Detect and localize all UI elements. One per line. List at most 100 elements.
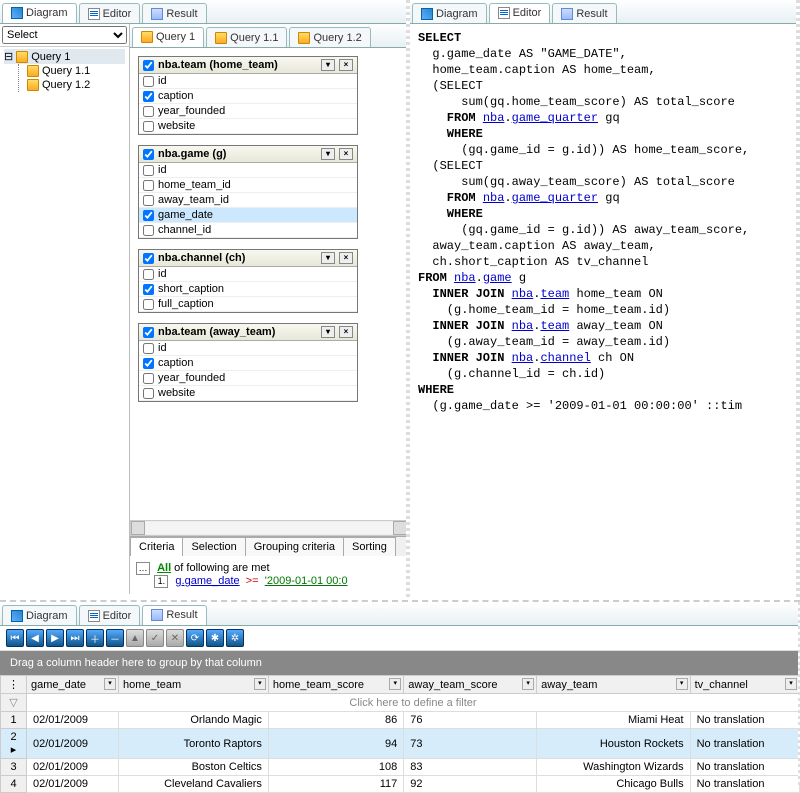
toolbar-btn-3[interactable]: ⏭ — [66, 629, 84, 647]
column-row[interactable]: caption — [139, 89, 357, 104]
col-away_team[interactable]: away_team▾ — [537, 676, 690, 694]
column-checkbox[interactable] — [143, 106, 154, 117]
criteria-op[interactable]: >= — [246, 575, 259, 587]
column-row[interactable]: channel_id — [139, 223, 357, 238]
grid-row[interactable]: 302/01/2009Boston Celtics10883Washington… — [1, 759, 800, 776]
table-close[interactable]: × — [339, 252, 353, 264]
toolbar-btn-0[interactable]: ⏮ — [6, 629, 24, 647]
column-row[interactable]: home_team_id — [139, 178, 357, 193]
tab-editor[interactable]: Editor — [79, 3, 141, 23]
tab-editor-b[interactable]: Editor — [79, 605, 141, 625]
toolbar-btn-10[interactable]: ✱ — [206, 629, 224, 647]
column-checkbox[interactable] — [143, 165, 154, 176]
qtab-2[interactable]: Query 1.1 — [206, 27, 287, 47]
criteria-root-toggle[interactable]: … — [136, 562, 150, 575]
tab-result[interactable]: Result — [142, 3, 206, 23]
column-row[interactable]: away_team_id — [139, 193, 357, 208]
column-row[interactable]: caption — [139, 356, 357, 371]
toolbar-btn-11[interactable]: ✲ — [226, 629, 244, 647]
criteria-field[interactable]: g.game_date — [175, 575, 239, 587]
qtab-1[interactable]: Query 1 — [132, 27, 204, 47]
criteria-all[interactable]: All — [157, 562, 171, 574]
col-filter-icon[interactable]: ▾ — [389, 678, 401, 690]
table-2[interactable]: nba.channel (ch)▾×idshort_captionfull_ca… — [138, 249, 358, 313]
col-away_team_score[interactable]: away_team_score▾ — [404, 676, 537, 694]
criteria-tab-selection[interactable]: Selection — [182, 537, 245, 556]
filter-icon[interactable]: ▽ — [1, 694, 27, 712]
tab-diagram-r[interactable]: Diagram — [412, 3, 487, 23]
table-select-all[interactable] — [143, 60, 154, 71]
tab-diagram[interactable]: Diagram — [2, 3, 77, 23]
table-close[interactable]: × — [339, 59, 353, 71]
table-0[interactable]: nba.team (home_team)▾×idcaptionyear_foun… — [138, 56, 358, 135]
col-filter-icon[interactable]: ▾ — [104, 678, 116, 690]
column-row[interactable]: id — [139, 267, 357, 282]
column-checkbox[interactable] — [143, 343, 154, 354]
column-row[interactable]: website — [139, 386, 357, 401]
col-tv_channel[interactable]: tv_channel▾ — [690, 676, 799, 694]
column-checkbox[interactable] — [143, 284, 154, 295]
qtab-3[interactable]: Query 1.2 — [289, 27, 370, 47]
toolbar-btn-5[interactable]: － — [106, 629, 124, 647]
column-row[interactable]: year_founded — [139, 104, 357, 119]
column-checkbox[interactable] — [143, 91, 154, 102]
column-row[interactable]: id — [139, 341, 357, 356]
tree-root[interactable]: ⊟Query 1 — [4, 49, 125, 64]
column-checkbox[interactable] — [143, 76, 154, 87]
diagram-hscroll[interactable] — [130, 520, 408, 536]
column-row[interactable]: id — [139, 163, 357, 178]
result-grid[interactable]: ⋮game_date▾home_team▾home_team_score▾awa… — [0, 675, 800, 793]
column-row[interactable]: game_date — [139, 208, 357, 223]
schema-select[interactable]: Select — [2, 26, 127, 44]
toolbar-btn-8[interactable]: ✕ — [166, 629, 184, 647]
col-home_team_score[interactable]: home_team_score▾ — [268, 676, 403, 694]
tree-child-2[interactable]: Query 1.2 — [27, 78, 125, 92]
table-close[interactable]: × — [339, 326, 353, 338]
col-filter-icon[interactable]: ▾ — [522, 678, 534, 690]
col-filter-icon[interactable]: ▾ — [676, 678, 688, 690]
column-checkbox[interactable] — [143, 121, 154, 132]
table-dropdown[interactable]: ▾ — [321, 59, 335, 71]
col-home_team[interactable]: home_team▾ — [119, 676, 269, 694]
column-checkbox[interactable] — [143, 180, 154, 191]
column-checkbox[interactable] — [143, 269, 154, 280]
criteria-tab-criteria[interactable]: Criteria — [130, 537, 183, 556]
column-checkbox[interactable] — [143, 388, 154, 399]
table-dropdown[interactable]: ▾ — [321, 326, 335, 338]
grid-row[interactable]: 402/01/2009Cleveland Cavaliers11792Chica… — [1, 776, 800, 793]
column-row[interactable]: full_caption — [139, 297, 357, 312]
criteria-row-num[interactable]: 1. — [154, 575, 168, 588]
tree-child-1[interactable]: Query 1.1 — [27, 64, 125, 78]
tab-result-r[interactable]: Result — [552, 3, 616, 23]
col-filter-icon[interactable]: ▾ — [254, 678, 266, 690]
tab-diagram-b[interactable]: Diagram — [2, 605, 77, 625]
table-dropdown[interactable]: ▾ — [321, 148, 335, 160]
grid-row[interactable]: 2 ▸02/01/2009Toronto Raptors9473Houston … — [1, 729, 800, 759]
criteria-tab-grouping-criteria[interactable]: Grouping criteria — [245, 537, 344, 556]
toolbar-btn-9[interactable]: ⟳ — [186, 629, 204, 647]
table-select-all[interactable] — [143, 149, 154, 160]
column-checkbox[interactable] — [143, 195, 154, 206]
table-1[interactable]: nba.game (g)▾×idhome_team_idaway_team_id… — [138, 145, 358, 239]
tab-result-b[interactable]: Result — [142, 605, 206, 625]
toolbar-btn-2[interactable]: ▶ — [46, 629, 64, 647]
column-row[interactable]: website — [139, 119, 357, 134]
criteria-tab-sorting[interactable]: Sorting — [343, 537, 396, 556]
column-checkbox[interactable] — [143, 299, 154, 310]
column-row[interactable]: id — [139, 74, 357, 89]
toolbar-btn-4[interactable]: ＋ — [86, 629, 104, 647]
column-checkbox[interactable] — [143, 373, 154, 384]
table-3[interactable]: nba.team (away_team)▾×idcaptionyear_foun… — [138, 323, 358, 402]
toolbar-btn-7[interactable]: ✓ — [146, 629, 164, 647]
criteria-value[interactable]: '2009-01-01 00:0 — [265, 575, 348, 587]
col-game_date[interactable]: game_date▾ — [27, 676, 119, 694]
table-select-all[interactable] — [143, 327, 154, 338]
column-checkbox[interactable] — [143, 225, 154, 236]
column-checkbox[interactable] — [143, 210, 154, 221]
toolbar-btn-6[interactable]: ▲ — [126, 629, 144, 647]
toolbar-btn-1[interactable]: ◀ — [26, 629, 44, 647]
sql-editor[interactable]: SELECT g.game_date AS "GAME_DATE", home_… — [410, 24, 798, 594]
table-dropdown[interactable]: ▾ — [321, 252, 335, 264]
grid-row[interactable]: 102/01/2009Orlando Magic8676Miami HeatNo… — [1, 712, 800, 729]
column-checkbox[interactable] — [143, 358, 154, 369]
